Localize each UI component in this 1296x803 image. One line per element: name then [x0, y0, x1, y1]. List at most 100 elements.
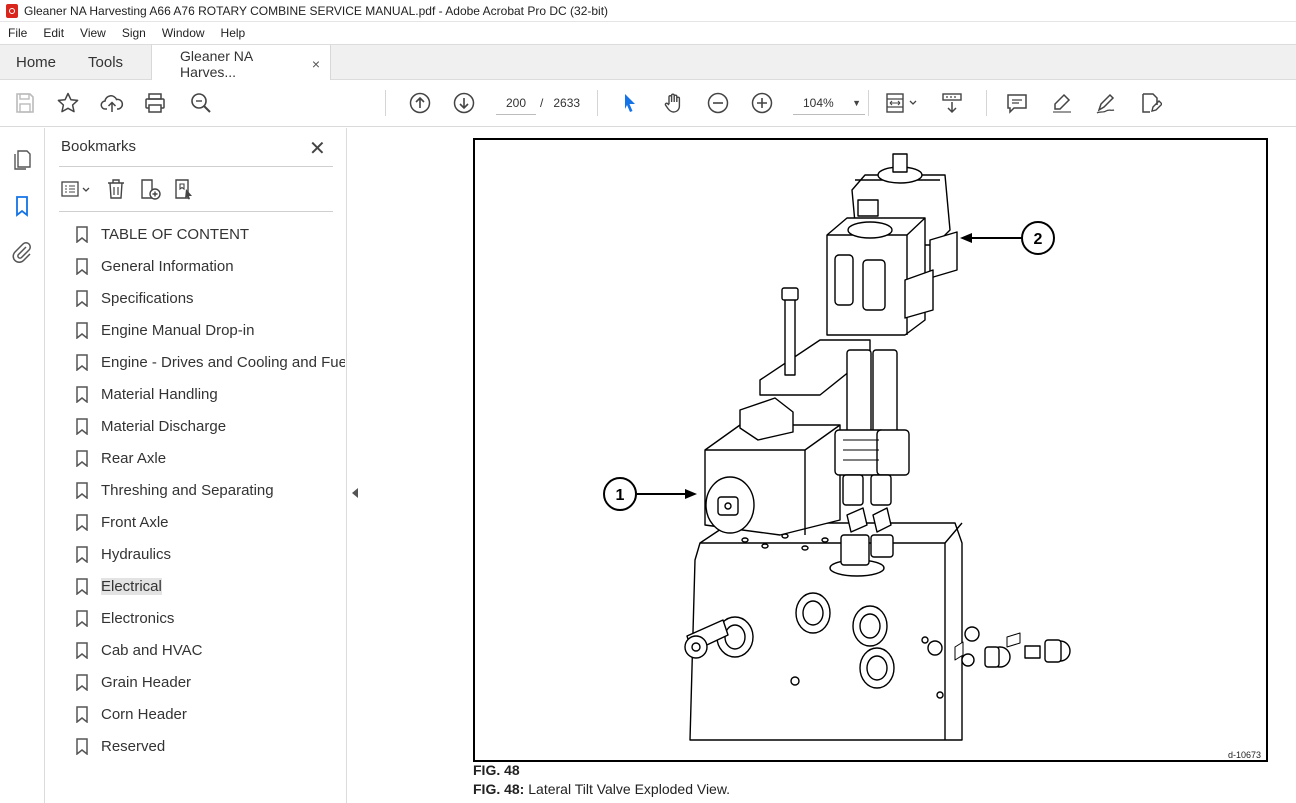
window-title: Gleaner NA Harvesting A66 A76 ROTARY COM…: [24, 3, 609, 18]
zoom-in-icon[interactable]: [750, 91, 774, 115]
page-thumbnails-icon[interactable]: [10, 148, 34, 172]
panel-splitter[interactable]: [347, 128, 365, 803]
bookmarks-toolbar: [59, 176, 197, 202]
select-cursor-icon[interactable]: [618, 91, 642, 115]
valve-exploded-illustration: 1 2: [603, 153, 1071, 741]
collapse-arrow-icon[interactable]: [352, 488, 358, 498]
bookmark-item[interactable]: Engine Manual Drop-in: [75, 314, 345, 346]
toolbar-separator: [385, 90, 386, 116]
bookmark-label: Reserved: [101, 737, 166, 755]
page-up-icon[interactable]: [408, 91, 432, 115]
save-icon[interactable]: [13, 91, 37, 115]
bookmark-item[interactable]: Front Axle: [75, 506, 345, 538]
menu-edit[interactable]: Edit: [35, 26, 72, 40]
bookmark-item[interactable]: Cab and HVAC: [75, 634, 345, 666]
bookmark-label: TABLE OF CONTENT: [101, 225, 250, 243]
bookmark-item[interactable]: Material Handling: [75, 378, 345, 410]
menu-sign[interactable]: Sign: [114, 26, 154, 40]
bookmark-item[interactable]: Corn Header: [75, 698, 345, 730]
page-down-icon[interactable]: [452, 91, 476, 115]
bookmark-label: Rear Axle: [101, 449, 167, 467]
delete-icon[interactable]: [103, 176, 129, 202]
bookmark-label: Engine - Drives and Cooling and Fuel: [101, 353, 345, 371]
zoom-out-icon[interactable]: [706, 91, 730, 115]
star-icon[interactable]: [56, 91, 80, 115]
expand-bookmark-icon[interactable]: [171, 176, 197, 202]
tab-tools[interactable]: Tools: [72, 45, 139, 79]
bookmark-item[interactable]: Rear Axle: [75, 442, 345, 474]
bookmark-icon: [76, 545, 88, 563]
bookmarks-title: Bookmarks: [61, 138, 137, 155]
page-total-count: 2633: [553, 96, 581, 110]
bookmark-item[interactable]: Electronics: [75, 602, 345, 634]
bookmark-icon: [76, 417, 88, 435]
figure-number: FIG. 48: [473, 762, 520, 778]
callout-1-label: 1: [616, 487, 625, 504]
hand-icon[interactable]: [662, 91, 686, 115]
bookmark-label: Electronics: [101, 609, 175, 627]
figure-caption-text: Lateral Tilt Valve Exploded View.: [524, 781, 731, 797]
bookmark-icon: [76, 225, 88, 243]
scroll-mode-icon[interactable]: [940, 91, 964, 115]
menu-file[interactable]: File: [0, 26, 35, 40]
bookmarks-panel: Bookmarks ✕ TABLE OF CONTENT General Info…: [45, 128, 347, 803]
bookmark-label: Cab and HVAC: [101, 641, 203, 659]
bookmark-icon: [76, 289, 88, 307]
fill-sign-icon[interactable]: [1138, 91, 1162, 115]
draw-icon[interactable]: [1094, 91, 1118, 115]
bookmark-item[interactable]: Electrical: [75, 570, 345, 602]
bookmark-item[interactable]: Specifications: [75, 282, 345, 314]
bookmark-label: Corn Header: [101, 705, 187, 723]
bookmark-item[interactable]: Engine - Drives and Cooling and Fuel: [75, 346, 345, 378]
bookmark-icon: [76, 673, 88, 691]
fit-page-icon[interactable]: [884, 91, 920, 115]
options-menu-icon[interactable]: [59, 176, 95, 202]
close-icon[interactable]: ✕: [309, 136, 326, 161]
bookmark-label: Engine Manual Drop-in: [101, 321, 255, 339]
left-rail: [0, 128, 45, 803]
page-separator: /: [540, 96, 544, 110]
bookmark-item[interactable]: Reserved: [75, 730, 345, 762]
bookmark-icon: [76, 737, 88, 755]
upload-icon[interactable]: [100, 91, 124, 115]
menu-help[interactable]: Help: [213, 26, 254, 40]
tab-bar: Home Tools Gleaner NA Harves... ×: [0, 44, 1296, 82]
menu-window[interactable]: Window: [154, 26, 213, 40]
chevron-down-icon: ▼: [852, 97, 861, 108]
bookmark-item[interactable]: Material Discharge: [75, 410, 345, 442]
bookmark-icon: [76, 385, 88, 403]
highlight-icon[interactable]: [1050, 91, 1074, 115]
bookmark-label: Threshing and Separating: [101, 481, 274, 499]
bookmark-item[interactable]: Hydraulics: [75, 538, 345, 570]
bookmark-label: Front Axle: [101, 513, 169, 531]
attachment-icon[interactable]: [10, 240, 34, 264]
figure-code: d-10673: [1228, 750, 1262, 760]
bookmark-icon: [76, 705, 88, 723]
menu-bar: File Edit View Sign Window Help: [0, 22, 1296, 44]
bookmark-item[interactable]: General Information: [75, 250, 345, 282]
print-icon[interactable]: [143, 91, 167, 115]
bookmark-item[interactable]: TABLE OF CONTENT: [75, 218, 345, 250]
bookmark-label: Electrical: [101, 577, 162, 595]
search-zoom-icon[interactable]: [189, 91, 213, 115]
tab-document[interactable]: Gleaner NA Harves... ×: [151, 45, 332, 82]
figure-frame: 1 2: [473, 138, 1268, 762]
figure-caption: FIG. 48: Lateral Tilt Valve Exploded Vie…: [473, 781, 730, 797]
comment-icon[interactable]: [1005, 91, 1029, 115]
figure-caption-prefix: FIG. 48:: [473, 781, 525, 797]
divider: [59, 166, 333, 167]
bookmark-icon: [76, 449, 88, 467]
tab-close-icon[interactable]: ×: [312, 56, 320, 72]
bookmark-item[interactable]: Threshing and Separating: [75, 474, 345, 506]
bookmark-label: Hydraulics: [101, 545, 172, 563]
acrobat-app-icon: [6, 3, 18, 18]
bookmark-label: Specifications: [101, 289, 194, 307]
zoom-dropdown[interactable]: 104% ▼: [793, 91, 865, 115]
page-number-input[interactable]: [496, 91, 536, 115]
bookmark-icon: [76, 353, 88, 371]
tab-home[interactable]: Home: [0, 45, 72, 79]
new-bookmark-icon[interactable]: [137, 176, 163, 202]
menu-view[interactable]: View: [72, 26, 114, 40]
bookmark-panel-icon[interactable]: [10, 194, 34, 218]
bookmark-item[interactable]: Grain Header: [75, 666, 345, 698]
